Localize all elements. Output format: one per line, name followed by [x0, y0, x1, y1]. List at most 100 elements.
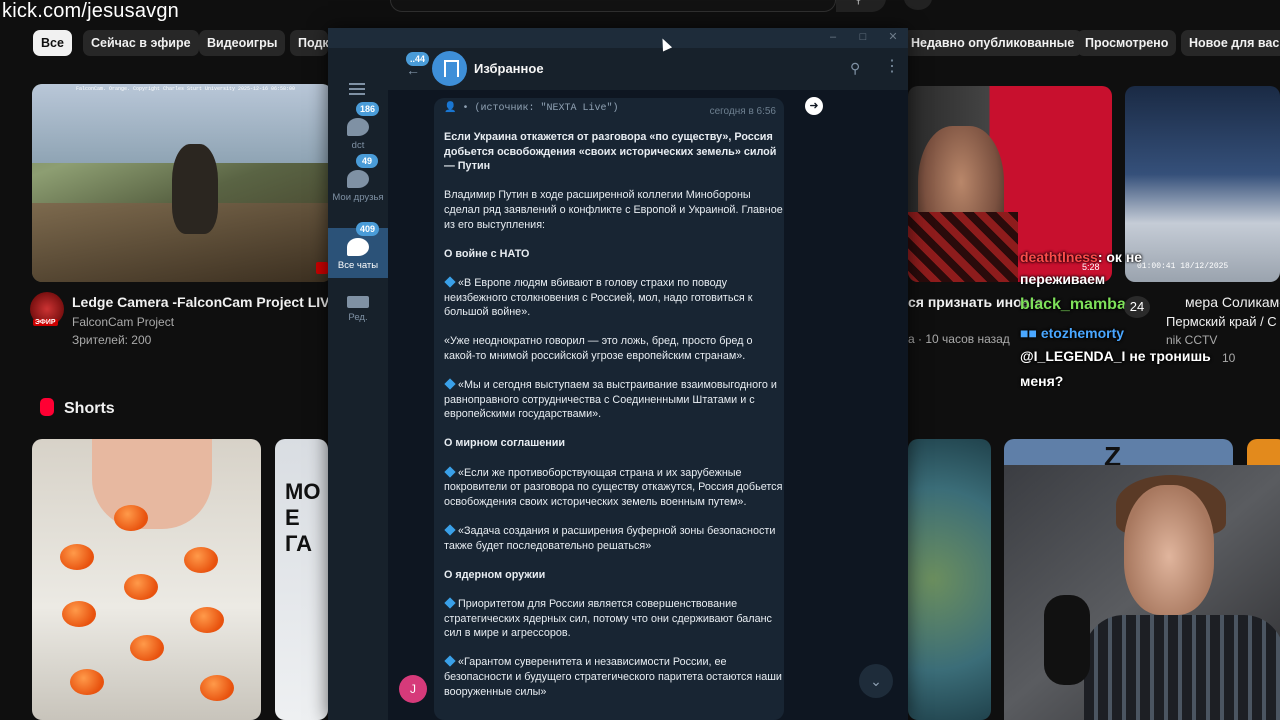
search-button[interactable]: ⚲ — [836, 0, 886, 12]
chip-new-for-you[interactable]: Новое для вас — [1181, 30, 1280, 56]
person-icon: 👤 — [444, 103, 457, 114]
diamond-icon — [444, 597, 456, 609]
chip-games[interactable]: Видеоигры — [199, 30, 286, 56]
short2-text: MO E ГА — [285, 479, 321, 556]
folder-icon — [347, 170, 369, 188]
quote-2: «Уже неоднократно говорил — это ложь, бр… — [444, 335, 753, 362]
chip-watched[interactable]: Просмотрено — [1077, 30, 1177, 56]
folder-edit[interactable]: Ред. — [328, 288, 388, 328]
shorts-heading: Shorts — [40, 398, 115, 418]
microphone-image — [1044, 595, 1090, 685]
quote-1: «В Европе людям вбивают в голову страхи … — [444, 276, 784, 320]
diamond-icon — [444, 276, 456, 288]
quote-7-text: «Гарантом суверенитета и независимости Р… — [444, 656, 782, 698]
video-channel-falcon[interactable]: FalconCam Project — [72, 315, 174, 329]
stream-url: kick.com/jesusavgn — [2, 0, 179, 22]
quote-6: Приоритетом для России является совершен… — [444, 597, 784, 641]
message-intro: Владимир Путин в ходе расширенной коллег… — [444, 189, 783, 231]
quote-1-text: «В Европе людям вбивают в голову страхи … — [444, 276, 753, 319]
minimize-button[interactable]: – — [826, 30, 840, 44]
chip-live[interactable]: Сейчас в эфире — [83, 30, 199, 56]
search-input[interactable] — [390, 0, 836, 12]
folder-count: 186 — [356, 102, 380, 116]
video-title-city[interactable]: мера Соликамс — [1185, 294, 1280, 310]
diamond-icon — [444, 378, 456, 390]
section-nato: О войне с НАТО — [444, 247, 530, 260]
chat-badge-24: 24 — [1124, 296, 1150, 318]
more-icon[interactable]: ⋮ — [884, 59, 900, 75]
menu-icon[interactable] — [349, 83, 365, 95]
message-bubble[interactable]: 👤 • (источник: "NEXTA Live") сегодня в 6… — [434, 98, 784, 720]
message-time: сегодня в 6:56 — [709, 106, 776, 117]
folder-all-chats[interactable]: 409 Все чаты — [328, 222, 388, 278]
chat-badges: ■■ — [1020, 325, 1041, 341]
streamer-webcam — [1004, 465, 1280, 720]
maximize-button[interactable]: □ — [856, 30, 870, 44]
message-headline: Если Украина откажется от разговора «по … — [444, 131, 777, 173]
sliders-icon — [347, 296, 369, 308]
video-thumbnail-falcon[interactable]: FalconCam. Orange. Copyright Charles Stu… — [32, 84, 332, 282]
diamond-icon — [444, 524, 456, 536]
forward-icon[interactable]: ➜ — [805, 97, 823, 115]
section-nuclear: О ядерном оружии — [444, 568, 546, 581]
sender-avatar[interactable]: J — [399, 675, 427, 703]
quote-4-text: «Если же противоборствующая страна и их … — [444, 466, 783, 508]
video-meta-blogger: а · 10 часов назад — [908, 332, 1010, 346]
folder-dct[interactable]: 186 dct — [328, 102, 388, 158]
short-thumbnail-map[interactable] — [908, 439, 991, 720]
live-indicator — [316, 262, 328, 274]
close-button[interactable]: ✕ — [886, 30, 900, 44]
folder-label: Ред. — [348, 312, 368, 323]
quote-7: «Гарантом суверенитета и независимости Р… — [444, 655, 784, 699]
folder-label: dct — [351, 140, 365, 151]
folder-label: Мои друзья — [332, 192, 384, 203]
video-viewers-falcon: Зрителей: 200 — [72, 333, 152, 347]
chat-time: 5:28 — [1082, 262, 1100, 272]
message-source: 👤 • (источник: "NEXTA Live") — [444, 102, 619, 114]
city-timestamp: 01:00:41 18/12/2025 — [1137, 262, 1229, 271]
folder-icon — [347, 118, 369, 136]
folder-count: 49 — [356, 154, 378, 168]
back-arrow-icon[interactable]: ← — [406, 62, 420, 78]
chat-text-6: меня? — [1020, 373, 1064, 389]
telegram-window: – □ ✕ 186 dct 49 Мои друзья 409 Все чаты — [328, 28, 908, 720]
window-titlebar[interactable]: – □ ✕ — [328, 28, 908, 48]
quote-5: «Задача создания и расширения буферной з… — [444, 524, 784, 553]
shorts-label: Shorts — [64, 400, 115, 417]
video-channel-city[interactable]: Пермский край / С — [1166, 314, 1277, 329]
quote-4: «Если же противоборствующая страна и их … — [444, 465, 784, 510]
chip-all[interactable]: Все — [33, 30, 72, 56]
section-peace: О мирном соглашении — [444, 437, 566, 450]
screen: ⚲ Все Сейчас в эфире Видеоигры Подк Неда… — [0, 0, 1280, 720]
chat-text-1: ок не — [1106, 249, 1143, 265]
mic-button[interactable] — [904, 0, 932, 10]
thumbnail-caption: FalconCam. Orange. Copyright Charles Stu… — [76, 86, 296, 92]
chip-podcasts[interactable]: Подк — [290, 30, 328, 56]
video-thumbnail-city[interactable] — [1125, 86, 1280, 282]
quote-5-text: «Задача создания и расширения буферной з… — [444, 525, 776, 552]
falcon-image — [172, 144, 218, 234]
source-text: • (источник: "NEXTA Live") — [462, 103, 619, 114]
folder-count: 409 — [356, 222, 380, 236]
video-title-falcon[interactable]: Ledge Camera -FalconCam Project LIVE — [72, 294, 339, 310]
diamond-icon — [444, 465, 456, 478]
scroll-down-icon[interactable]: ⌄ — [859, 664, 893, 698]
chats-icon — [347, 238, 369, 256]
short-thumbnail-eggs[interactable] — [32, 439, 261, 720]
chat-user-4: etozhemorty — [1040, 325, 1125, 341]
folder-label: Все чаты — [337, 260, 379, 271]
message-body: Если Украина откажется от разговора «по … — [444, 130, 784, 714]
diamond-icon — [444, 655, 456, 668]
quote-3: «Мы и сегодня выступаем за выстраивание … — [444, 378, 784, 422]
view-count: 10 — [1222, 351, 1236, 365]
chip-recent[interactable]: Недавно опубликованные — [903, 30, 1083, 56]
saved-messages-icon[interactable] — [432, 51, 467, 86]
search-icon[interactable]: ⚲ — [850, 60, 860, 77]
search-icon: ⚲ — [854, 0, 863, 6]
chat-text-5: @I_LEGENDA_I не тронишь — [1020, 348, 1211, 364]
folder-friends[interactable]: 49 Мои друзья — [328, 154, 388, 222]
chat-header: ..44 ← Избранное ⚲ ⋮ — [388, 48, 908, 90]
chat-title[interactable]: Избранное — [474, 61, 544, 76]
shorts-icon — [40, 398, 54, 416]
short-thumbnail-2[interactable]: MO E ГА — [275, 439, 328, 720]
